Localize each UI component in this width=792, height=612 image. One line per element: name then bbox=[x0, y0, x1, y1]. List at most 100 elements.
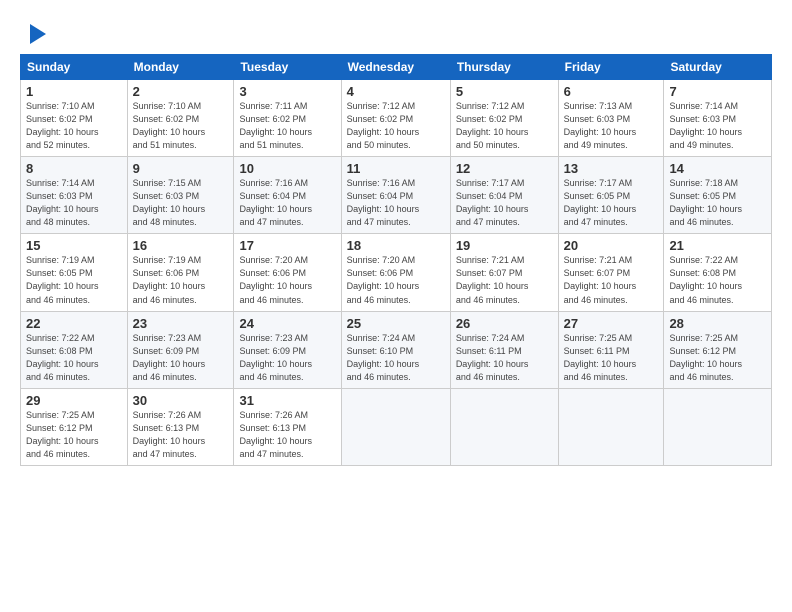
day-number: 19 bbox=[456, 238, 553, 253]
day-info: Sunrise: 7:22 AM Sunset: 6:08 PM Dayligh… bbox=[26, 332, 122, 384]
day-cell: 15Sunrise: 7:19 AM Sunset: 6:05 PM Dayli… bbox=[21, 234, 128, 311]
day-cell: 6Sunrise: 7:13 AM Sunset: 6:03 PM Daylig… bbox=[558, 80, 664, 157]
day-cell bbox=[558, 388, 664, 465]
day-cell: 22Sunrise: 7:22 AM Sunset: 6:08 PM Dayli… bbox=[21, 311, 128, 388]
day-cell: 20Sunrise: 7:21 AM Sunset: 6:07 PM Dayli… bbox=[558, 234, 664, 311]
day-cell bbox=[450, 388, 558, 465]
header-saturday: Saturday bbox=[664, 55, 772, 80]
day-cell: 14Sunrise: 7:18 AM Sunset: 6:05 PM Dayli… bbox=[664, 157, 772, 234]
day-cell bbox=[664, 388, 772, 465]
day-info: Sunrise: 7:19 AM Sunset: 6:05 PM Dayligh… bbox=[26, 254, 122, 306]
day-info: Sunrise: 7:22 AM Sunset: 6:08 PM Dayligh… bbox=[669, 254, 766, 306]
header-tuesday: Tuesday bbox=[234, 55, 341, 80]
day-number: 5 bbox=[456, 84, 553, 99]
day-number: 18 bbox=[347, 238, 445, 253]
day-info: Sunrise: 7:21 AM Sunset: 6:07 PM Dayligh… bbox=[564, 254, 659, 306]
day-cell: 16Sunrise: 7:19 AM Sunset: 6:06 PM Dayli… bbox=[127, 234, 234, 311]
day-info: Sunrise: 7:14 AM Sunset: 6:03 PM Dayligh… bbox=[669, 100, 766, 152]
day-info: Sunrise: 7:11 AM Sunset: 6:02 PM Dayligh… bbox=[239, 100, 335, 152]
day-cell: 2Sunrise: 7:10 AM Sunset: 6:02 PM Daylig… bbox=[127, 80, 234, 157]
week-row-3: 22Sunrise: 7:22 AM Sunset: 6:08 PM Dayli… bbox=[21, 311, 772, 388]
week-row-4: 29Sunrise: 7:25 AM Sunset: 6:12 PM Dayli… bbox=[21, 388, 772, 465]
day-cell: 9Sunrise: 7:15 AM Sunset: 6:03 PM Daylig… bbox=[127, 157, 234, 234]
day-cell: 21Sunrise: 7:22 AM Sunset: 6:08 PM Dayli… bbox=[664, 234, 772, 311]
day-number: 13 bbox=[564, 161, 659, 176]
day-cell: 24Sunrise: 7:23 AM Sunset: 6:09 PM Dayli… bbox=[234, 311, 341, 388]
header-thursday: Thursday bbox=[450, 55, 558, 80]
week-row-2: 15Sunrise: 7:19 AM Sunset: 6:05 PM Dayli… bbox=[21, 234, 772, 311]
day-info: Sunrise: 7:23 AM Sunset: 6:09 PM Dayligh… bbox=[239, 332, 335, 384]
calendar-table: SundayMondayTuesdayWednesdayThursdayFrid… bbox=[20, 54, 772, 466]
day-cell: 8Sunrise: 7:14 AM Sunset: 6:03 PM Daylig… bbox=[21, 157, 128, 234]
logo bbox=[20, 20, 50, 48]
day-info: Sunrise: 7:24 AM Sunset: 6:11 PM Dayligh… bbox=[456, 332, 553, 384]
day-info: Sunrise: 7:26 AM Sunset: 6:13 PM Dayligh… bbox=[239, 409, 335, 461]
day-info: Sunrise: 7:18 AM Sunset: 6:05 PM Dayligh… bbox=[669, 177, 766, 229]
day-number: 24 bbox=[239, 316, 335, 331]
day-cell: 18Sunrise: 7:20 AM Sunset: 6:06 PM Dayli… bbox=[341, 234, 450, 311]
day-number: 4 bbox=[347, 84, 445, 99]
day-number: 7 bbox=[669, 84, 766, 99]
day-number: 11 bbox=[347, 161, 445, 176]
week-row-0: 1Sunrise: 7:10 AM Sunset: 6:02 PM Daylig… bbox=[21, 80, 772, 157]
day-info: Sunrise: 7:23 AM Sunset: 6:09 PM Dayligh… bbox=[133, 332, 229, 384]
day-cell: 29Sunrise: 7:25 AM Sunset: 6:12 PM Dayli… bbox=[21, 388, 128, 465]
day-info: Sunrise: 7:10 AM Sunset: 6:02 PM Dayligh… bbox=[133, 100, 229, 152]
day-number: 26 bbox=[456, 316, 553, 331]
day-number: 15 bbox=[26, 238, 122, 253]
day-info: Sunrise: 7:14 AM Sunset: 6:03 PM Dayligh… bbox=[26, 177, 122, 229]
day-info: Sunrise: 7:17 AM Sunset: 6:05 PM Dayligh… bbox=[564, 177, 659, 229]
day-number: 30 bbox=[133, 393, 229, 408]
day-cell: 7Sunrise: 7:14 AM Sunset: 6:03 PM Daylig… bbox=[664, 80, 772, 157]
day-cell: 26Sunrise: 7:24 AM Sunset: 6:11 PM Dayli… bbox=[450, 311, 558, 388]
day-number: 27 bbox=[564, 316, 659, 331]
day-number: 12 bbox=[456, 161, 553, 176]
header-monday: Monday bbox=[127, 55, 234, 80]
day-info: Sunrise: 7:17 AM Sunset: 6:04 PM Dayligh… bbox=[456, 177, 553, 229]
day-cell: 27Sunrise: 7:25 AM Sunset: 6:11 PM Dayli… bbox=[558, 311, 664, 388]
day-info: Sunrise: 7:25 AM Sunset: 6:12 PM Dayligh… bbox=[26, 409, 122, 461]
day-number: 3 bbox=[239, 84, 335, 99]
day-number: 23 bbox=[133, 316, 229, 331]
day-cell: 3Sunrise: 7:11 AM Sunset: 6:02 PM Daylig… bbox=[234, 80, 341, 157]
day-info: Sunrise: 7:20 AM Sunset: 6:06 PM Dayligh… bbox=[347, 254, 445, 306]
day-info: Sunrise: 7:21 AM Sunset: 6:07 PM Dayligh… bbox=[456, 254, 553, 306]
day-info: Sunrise: 7:24 AM Sunset: 6:10 PM Dayligh… bbox=[347, 332, 445, 384]
day-number: 6 bbox=[564, 84, 659, 99]
day-cell: 28Sunrise: 7:25 AM Sunset: 6:12 PM Dayli… bbox=[664, 311, 772, 388]
day-info: Sunrise: 7:10 AM Sunset: 6:02 PM Dayligh… bbox=[26, 100, 122, 152]
day-cell: 31Sunrise: 7:26 AM Sunset: 6:13 PM Dayli… bbox=[234, 388, 341, 465]
header-row: SundayMondayTuesdayWednesdayThursdayFrid… bbox=[21, 55, 772, 80]
day-info: Sunrise: 7:16 AM Sunset: 6:04 PM Dayligh… bbox=[239, 177, 335, 229]
day-number: 25 bbox=[347, 316, 445, 331]
week-row-1: 8Sunrise: 7:14 AM Sunset: 6:03 PM Daylig… bbox=[21, 157, 772, 234]
day-cell: 19Sunrise: 7:21 AM Sunset: 6:07 PM Dayli… bbox=[450, 234, 558, 311]
day-cell: 11Sunrise: 7:16 AM Sunset: 6:04 PM Dayli… bbox=[341, 157, 450, 234]
page: SundayMondayTuesdayWednesdayThursdayFrid… bbox=[0, 0, 792, 612]
day-info: Sunrise: 7:25 AM Sunset: 6:11 PM Dayligh… bbox=[564, 332, 659, 384]
logo-icon bbox=[22, 20, 50, 48]
header bbox=[20, 16, 772, 48]
day-info: Sunrise: 7:19 AM Sunset: 6:06 PM Dayligh… bbox=[133, 254, 229, 306]
day-cell: 13Sunrise: 7:17 AM Sunset: 6:05 PM Dayli… bbox=[558, 157, 664, 234]
day-number: 2 bbox=[133, 84, 229, 99]
day-info: Sunrise: 7:12 AM Sunset: 6:02 PM Dayligh… bbox=[456, 100, 553, 152]
day-cell: 12Sunrise: 7:17 AM Sunset: 6:04 PM Dayli… bbox=[450, 157, 558, 234]
day-info: Sunrise: 7:15 AM Sunset: 6:03 PM Dayligh… bbox=[133, 177, 229, 229]
day-number: 16 bbox=[133, 238, 229, 253]
day-cell: 30Sunrise: 7:26 AM Sunset: 6:13 PM Dayli… bbox=[127, 388, 234, 465]
header-sunday: Sunday bbox=[21, 55, 128, 80]
day-info: Sunrise: 7:16 AM Sunset: 6:04 PM Dayligh… bbox=[347, 177, 445, 229]
day-info: Sunrise: 7:12 AM Sunset: 6:02 PM Dayligh… bbox=[347, 100, 445, 152]
day-cell: 1Sunrise: 7:10 AM Sunset: 6:02 PM Daylig… bbox=[21, 80, 128, 157]
day-number: 17 bbox=[239, 238, 335, 253]
day-number: 31 bbox=[239, 393, 335, 408]
day-number: 29 bbox=[26, 393, 122, 408]
day-number: 8 bbox=[26, 161, 122, 176]
day-number: 21 bbox=[669, 238, 766, 253]
day-number: 1 bbox=[26, 84, 122, 99]
day-number: 10 bbox=[239, 161, 335, 176]
day-info: Sunrise: 7:26 AM Sunset: 6:13 PM Dayligh… bbox=[133, 409, 229, 461]
day-cell: 10Sunrise: 7:16 AM Sunset: 6:04 PM Dayli… bbox=[234, 157, 341, 234]
day-number: 22 bbox=[26, 316, 122, 331]
